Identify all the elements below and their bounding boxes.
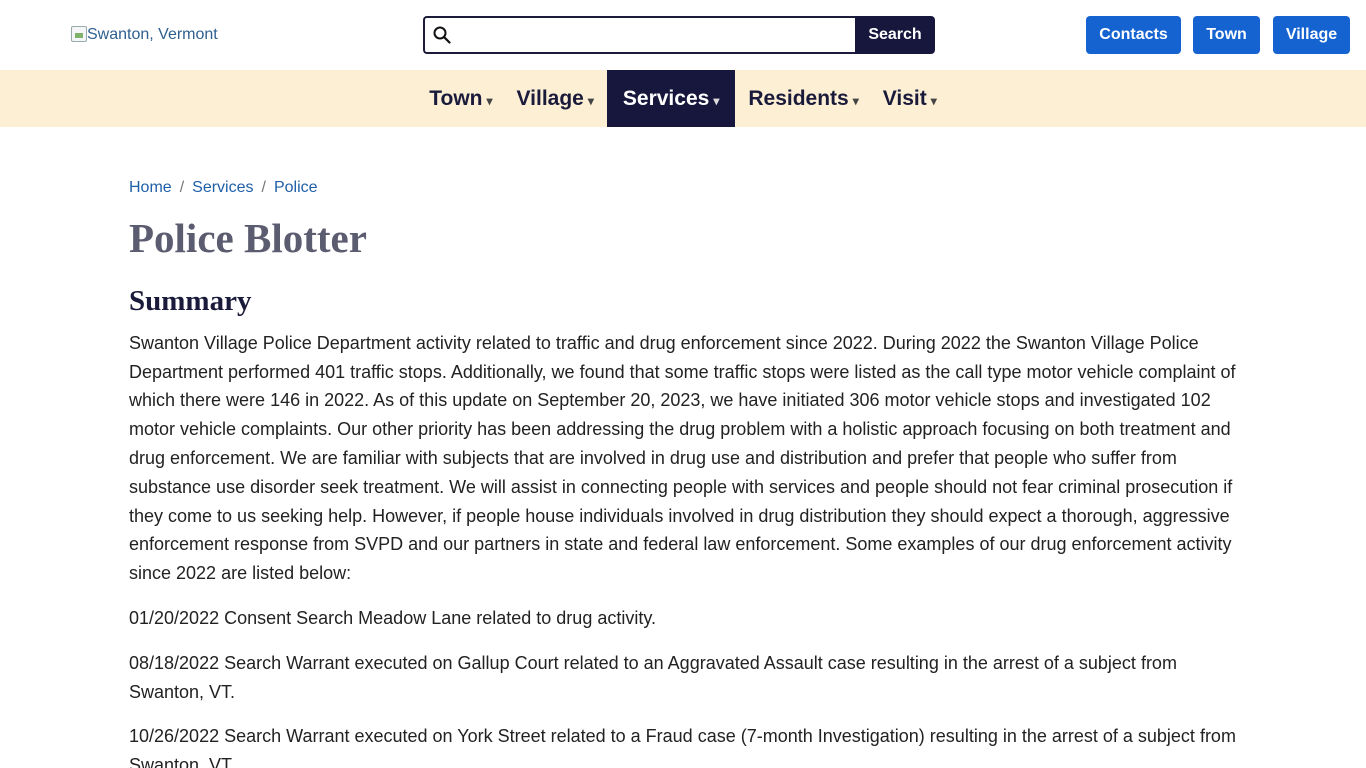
site-search: Search <box>423 16 935 54</box>
site-logo[interactable]: Swanton, Vermont <box>71 26 218 44</box>
search-input[interactable] <box>451 18 855 52</box>
main-navigation: Town ▾ Village ▾ Services ▾ Residents ▾ … <box>0 70 1366 127</box>
search-icon <box>433 26 451 44</box>
nav-item-label: Visit <box>882 86 927 110</box>
summary-paragraph: Swanton Village Police Department activi… <box>129 332 1236 584</box>
section-heading: Summary <box>129 285 252 318</box>
town-button[interactable]: Town <box>1193 16 1260 54</box>
page-title: Police Blotter <box>129 215 367 261</box>
caret-down-icon: ▾ <box>930 93 937 108</box>
caret-down-icon: ▾ <box>713 93 720 108</box>
site-header: Swanton, Vermont Search Contacts Town Vi… <box>0 0 1366 70</box>
breadcrumb-home[interactable]: Home <box>129 179 172 197</box>
village-button[interactable]: Village <box>1273 16 1350 54</box>
search-button[interactable]: Search <box>855 16 935 54</box>
nav-item-label: Town <box>429 86 483 110</box>
breadcrumb: Home / Services / Police <box>129 178 1250 198</box>
blotter-entry: 08/18/2022 Search Warrant executed on Ga… <box>129 652 1177 702</box>
nav-item-services[interactable]: Services ▾ <box>606 70 736 127</box>
nav-item-village[interactable]: Village ▾ <box>509 70 602 127</box>
main-content: Home / Services / Police Police Blotter … <box>0 127 1250 768</box>
nav-item-town[interactable]: Town ▾ <box>421 70 500 127</box>
nav-item-residents[interactable]: Residents ▾ <box>740 70 866 127</box>
blotter-entry: 10/26/2022 Search Warrant executed on Yo… <box>129 726 1236 768</box>
caret-down-icon: ▾ <box>587 93 594 108</box>
breadcrumb-services[interactable]: Services <box>192 179 253 197</box>
caret-down-icon: ▾ <box>486 93 493 108</box>
broken-image-icon <box>71 26 87 42</box>
breadcrumb-police[interactable]: Police <box>274 179 318 197</box>
nav-item-label: Services <box>622 86 710 110</box>
nav-item-visit[interactable]: Visit ▾ <box>875 70 945 127</box>
nav-item-label: Village <box>516 86 584 110</box>
breadcrumb-separator: / <box>261 179 266 196</box>
blotter-entry: 01/20/2022 Consent Search Meadow Lane re… <box>129 608 657 629</box>
caret-down-icon: ▾ <box>852 93 859 108</box>
nav-item-label: Residents <box>748 86 849 110</box>
contacts-button[interactable]: Contacts <box>1086 16 1181 54</box>
logo-alt-text: Swanton, Vermont <box>87 26 218 43</box>
breadcrumb-separator: / <box>179 179 185 196</box>
search-field-wrapper <box>423 16 855 54</box>
